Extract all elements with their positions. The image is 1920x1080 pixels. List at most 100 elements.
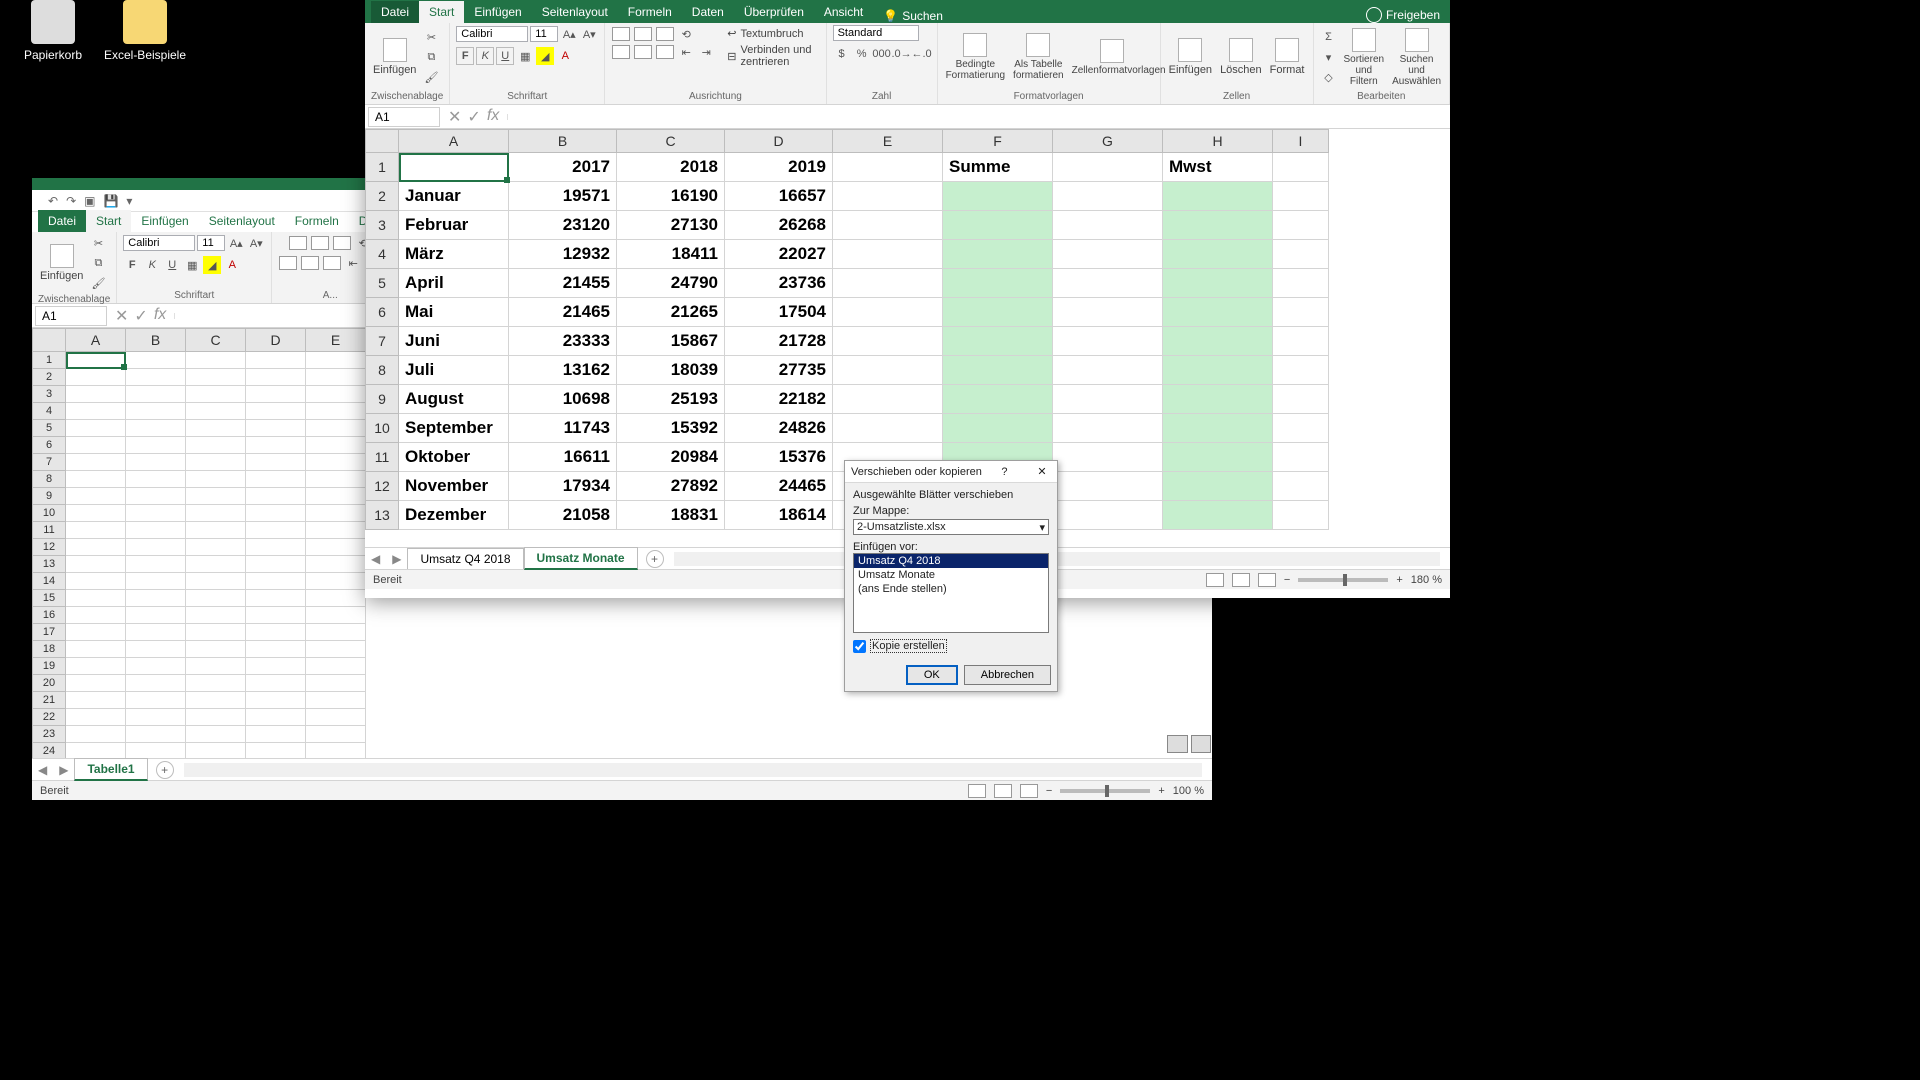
cell[interactable] — [66, 386, 126, 403]
font-color-icon[interactable]: A — [223, 256, 241, 274]
sheet-nav-next-icon[interactable]: ▶ — [53, 763, 74, 777]
cell[interactable] — [246, 437, 306, 454]
cell[interactable] — [306, 505, 366, 522]
cell[interactable] — [126, 573, 186, 590]
cell[interactable] — [833, 182, 943, 211]
cell[interactable] — [833, 240, 943, 269]
tab-datei[interactable]: Datei — [371, 1, 419, 23]
col-header[interactable]: I — [1273, 129, 1329, 153]
cell[interactable] — [246, 454, 306, 471]
before-sheet-listbox[interactable]: Umsatz Q4 2018 Umsatz Monate (ans Ende s… — [853, 553, 1049, 633]
cell[interactable] — [186, 590, 246, 607]
row-header[interactable]: 13 — [32, 556, 66, 573]
cell[interactable] — [1163, 472, 1273, 501]
cell[interactable] — [246, 556, 306, 573]
align-top-icon[interactable] — [612, 27, 630, 41]
horizontal-scrollbar[interactable] — [184, 763, 1202, 777]
cell[interactable] — [246, 369, 306, 386]
cell[interactable] — [126, 420, 186, 437]
fx-icon[interactable]: fx — [154, 306, 166, 326]
sheet-tab[interactable]: Umsatz Monate — [524, 547, 638, 570]
wrap-text-button[interactable]: ↩Textumbruch — [725, 25, 819, 42]
col-header[interactable]: C — [186, 328, 246, 352]
cell[interactable]: Juni — [399, 327, 509, 356]
cell[interactable]: 27130 — [617, 211, 725, 240]
align-top-icon[interactable] — [289, 236, 307, 250]
cell[interactable] — [126, 624, 186, 641]
cell[interactable] — [126, 437, 186, 454]
cell[interactable] — [943, 298, 1053, 327]
fill-color-icon[interactable]: ◢ — [536, 47, 554, 65]
cell[interactable] — [943, 414, 1053, 443]
add-sheet-button[interactable]: + — [156, 761, 174, 779]
cell[interactable] — [246, 658, 306, 675]
cancel-formula-icon[interactable]: ✕ — [115, 306, 128, 326]
cell[interactable] — [126, 726, 186, 743]
cell[interactable] — [1273, 414, 1329, 443]
row-header[interactable]: 5 — [365, 269, 399, 298]
row-header[interactable]: 11 — [32, 522, 66, 539]
row-header[interactable]: 9 — [32, 488, 66, 505]
cell[interactable] — [833, 385, 943, 414]
cell[interactable] — [1053, 269, 1163, 298]
name-box[interactable] — [368, 107, 440, 127]
cell[interactable] — [943, 356, 1053, 385]
page-layout-view-icon[interactable] — [994, 784, 1012, 798]
cell[interactable] — [186, 454, 246, 471]
cell[interactable] — [246, 709, 306, 726]
desktop-icon-folder[interactable]: Excel-Beispiele — [100, 0, 190, 62]
cell[interactable] — [306, 556, 366, 573]
cell[interactable] — [1163, 443, 1273, 472]
cell[interactable] — [126, 522, 186, 539]
cell[interactable]: 15392 — [617, 414, 725, 443]
paste-button[interactable]: Einfügen — [38, 242, 85, 284]
increase-font-icon[interactable]: A▴ — [227, 234, 245, 252]
cell[interactable] — [306, 471, 366, 488]
cell[interactable] — [66, 590, 126, 607]
row-header[interactable]: 17 — [32, 624, 66, 641]
cell[interactable] — [186, 641, 246, 658]
cell[interactable] — [186, 726, 246, 743]
tab-einfuegen[interactable]: Einfügen — [131, 210, 198, 232]
cell[interactable] — [1053, 182, 1163, 211]
cell[interactable] — [1053, 356, 1163, 385]
cell[interactable] — [833, 269, 943, 298]
cell[interactable] — [186, 675, 246, 692]
cell[interactable] — [66, 658, 126, 675]
cell[interactable] — [1163, 182, 1273, 211]
cell[interactable] — [306, 403, 366, 420]
cell[interactable] — [126, 488, 186, 505]
cell[interactable] — [66, 454, 126, 471]
align-center-icon[interactable] — [634, 45, 652, 59]
row-header[interactable]: 6 — [365, 298, 399, 327]
cell[interactable] — [126, 352, 186, 369]
cell[interactable] — [306, 573, 366, 590]
border-icon[interactable]: ▦ — [183, 256, 201, 274]
cell[interactable] — [66, 539, 126, 556]
row-header[interactable]: 4 — [365, 240, 399, 269]
sheet-tab[interactable]: Tabelle1 — [74, 758, 147, 781]
select-all-corner[interactable] — [365, 129, 399, 153]
format-cells-button[interactable]: Format — [1268, 36, 1307, 78]
cell[interactable] — [186, 709, 246, 726]
cell[interactable]: 25193 — [617, 385, 725, 414]
page-break-view-icon[interactable] — [1020, 784, 1038, 798]
row-header[interactable]: 12 — [32, 539, 66, 556]
row-header[interactable]: 16 — [32, 607, 66, 624]
cell[interactable] — [186, 471, 246, 488]
cell[interactable] — [126, 369, 186, 386]
sheet-nav-prev-icon[interactable]: ◀ — [32, 763, 53, 777]
sheet-nav-next-icon[interactable]: ▶ — [386, 552, 407, 566]
cell[interactable]: 18039 — [617, 356, 725, 385]
col-header[interactable]: E — [833, 129, 943, 153]
row-header[interactable]: 3 — [32, 386, 66, 403]
cell[interactable]: 21265 — [617, 298, 725, 327]
fx-icon[interactable]: fx — [487, 107, 499, 127]
cell[interactable] — [246, 403, 306, 420]
sheet-tab[interactable]: Umsatz Q4 2018 — [407, 548, 523, 569]
cell[interactable]: November — [399, 472, 509, 501]
cell[interactable]: 18614 — [725, 501, 833, 530]
cell[interactable] — [186, 658, 246, 675]
cell[interactable]: 2019 — [725, 153, 833, 182]
cell[interactable] — [1273, 269, 1329, 298]
